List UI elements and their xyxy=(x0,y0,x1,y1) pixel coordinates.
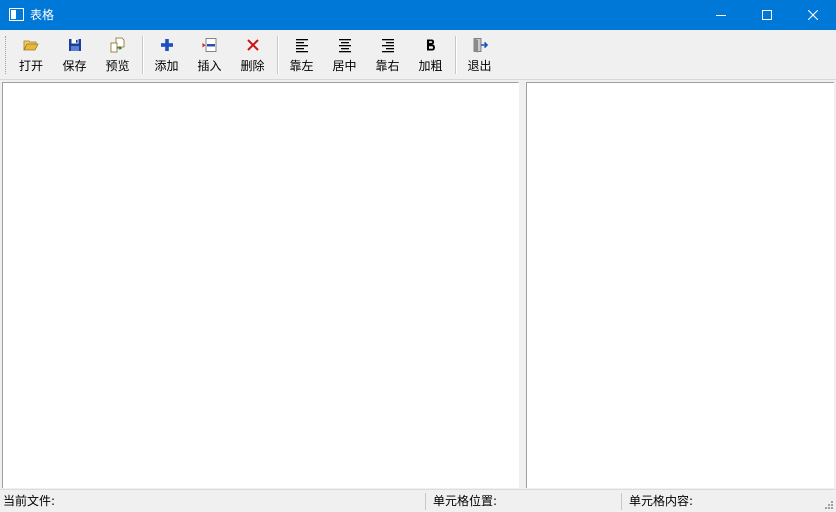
title-bar[interactable]: 表格 xyxy=(0,0,836,30)
delete-button[interactable]: 删除 xyxy=(231,33,274,77)
align-right-icon xyxy=(381,39,394,53)
close-button[interactable] xyxy=(790,0,836,30)
floppy-disk-icon xyxy=(68,39,81,51)
preview-icon xyxy=(110,37,124,53)
toolbar-separator xyxy=(277,36,279,74)
add-label: 添加 xyxy=(154,59,179,73)
exit-label: 退出 xyxy=(467,59,492,73)
red-x-icon xyxy=(246,39,259,51)
exit-door-icon xyxy=(473,38,488,53)
save-button[interactable]: 保存 xyxy=(53,33,96,77)
open-label: 打开 xyxy=(18,59,43,73)
toolbar-grip[interactable] xyxy=(5,36,7,74)
delete-label: 删除 xyxy=(240,59,265,73)
open-button[interactable]: 打开 xyxy=(10,33,52,77)
bold-icon xyxy=(426,39,435,51)
maximize-button[interactable] xyxy=(744,0,790,30)
bold-label: 加粗 xyxy=(418,59,443,73)
align-center-button[interactable]: 居中 xyxy=(323,33,366,77)
resize-grip-icon[interactable] xyxy=(824,500,834,510)
app-window-icon xyxy=(9,8,24,21)
folder-open-icon xyxy=(23,40,39,51)
minimize-button[interactable] xyxy=(698,0,744,30)
minimize-icon xyxy=(716,15,726,16)
align-center-label: 居中 xyxy=(332,59,357,73)
align-right-button[interactable]: 靠右 xyxy=(366,33,409,77)
status-divider xyxy=(621,493,622,510)
add-button[interactable]: 添加 xyxy=(145,33,188,77)
table-grid-pane[interactable] xyxy=(2,82,519,488)
toolbar-separator xyxy=(455,36,457,74)
preview-label: 预览 xyxy=(105,59,130,73)
status-divider xyxy=(425,493,426,510)
toolbar: 打开 保存 预览 添加 插入 删除 靠左 居中 靠右 加粗 退出 xyxy=(0,30,836,80)
insert-label: 插入 xyxy=(197,59,222,73)
status-cell-position: 单元格位置: xyxy=(433,494,498,508)
align-left-icon xyxy=(295,39,308,53)
pane-splitter[interactable] xyxy=(519,82,526,488)
plus-icon xyxy=(160,39,173,51)
exit-button[interactable]: 退出 xyxy=(458,33,501,77)
align-left-button[interactable]: 靠左 xyxy=(280,33,323,77)
window-title: 表格 xyxy=(30,8,55,22)
close-icon xyxy=(808,10,818,20)
status-bar: 当前文件: 单元格位置: 单元格内容: xyxy=(0,489,836,512)
insert-row-icon xyxy=(202,38,216,52)
align-left-label: 靠左 xyxy=(289,59,314,73)
insert-button[interactable]: 插入 xyxy=(188,33,231,77)
preview-button[interactable]: 预览 xyxy=(96,33,139,77)
status-cell-content: 单元格内容: xyxy=(629,494,694,508)
align-right-label: 靠右 xyxy=(375,59,400,73)
status-current-file: 当前文件: xyxy=(3,494,56,508)
align-center-icon xyxy=(338,39,351,53)
save-label: 保存 xyxy=(62,59,87,73)
cell-detail-pane[interactable] xyxy=(526,82,834,488)
toolbar-separator xyxy=(142,36,144,74)
maximize-icon xyxy=(762,10,772,20)
bold-button[interactable]: 加粗 xyxy=(409,33,452,77)
